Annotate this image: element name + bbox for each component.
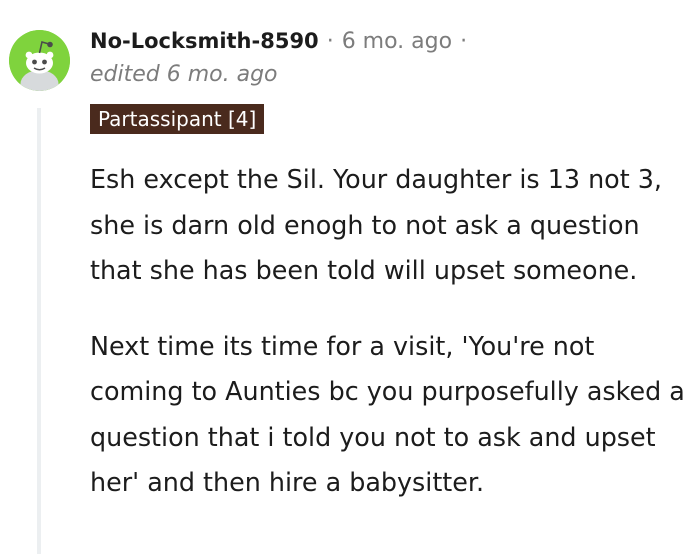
comment-author[interactable]: No-Locksmith-8590: [90, 29, 319, 53]
edited-label: edited 6 mo. ago: [90, 62, 278, 87]
comment-timestamp[interactable]: 6 mo. ago: [342, 29, 452, 54]
separator-dot: ·: [460, 28, 468, 54]
snoo-avatar-icon: [9, 30, 70, 91]
user-flair: Partassipant [4]: [90, 104, 265, 134]
comment-header: No-Locksmith-8590 · 6 mo. ago ·: [90, 24, 467, 58]
separator-dot: ·: [326, 28, 334, 54]
comment-body: Esh except the Sil. Your daughter is 13 …: [90, 157, 692, 506]
comment-paragraph: Next time its time for a visit, 'You're …: [90, 330, 685, 498]
comment-paragraph: Esh except the Sil. Your daughter is 13 …: [90, 164, 662, 285]
thread-collapse-line[interactable]: [37, 108, 41, 554]
avatar[interactable]: [9, 30, 70, 91]
